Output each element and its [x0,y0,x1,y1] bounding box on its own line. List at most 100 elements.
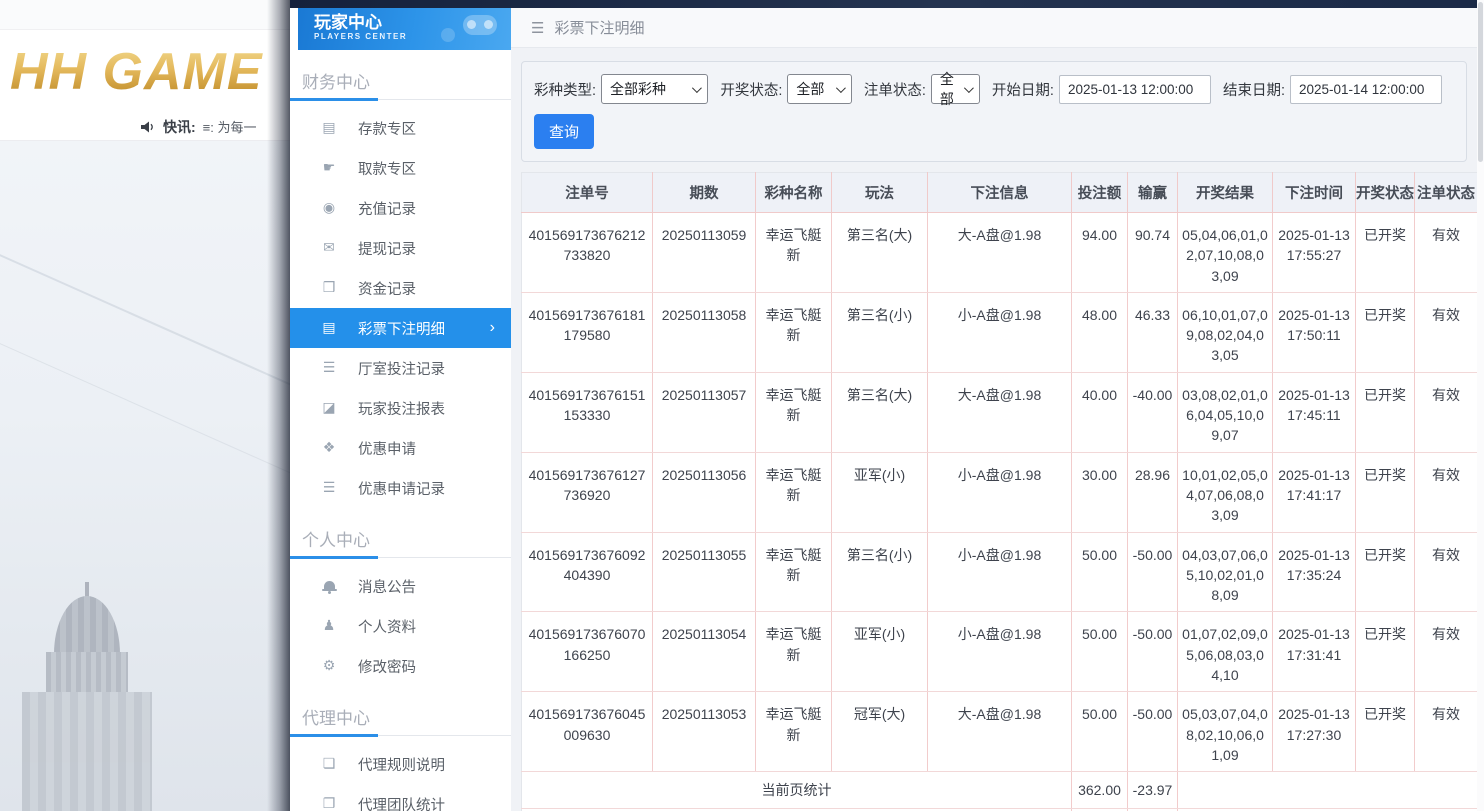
panel-shadow [267,0,290,811]
sidebar-item-lottery-bet-detail[interactable]: ▤彩票下注明细› [290,308,511,348]
table-cell: 2025-01-13 17:35:24 [1273,532,1356,612]
sidebar-item-message[interactable]: 消息公告 [290,566,511,606]
withdraw-hand-icon: ☛ [320,160,338,176]
table-cell: 有效 [1415,452,1478,532]
sidebar-item-label: 个人资料 [358,616,416,637]
table-cell: 20250113056 [653,452,756,532]
table-cell: 48.00 [1072,292,1128,372]
table-cell: 10,01,02,05,04,07,06,08,03,09 [1178,452,1273,532]
table-cell: 第三名(大) [832,213,928,293]
table-cell: 50.00 [1072,532,1128,612]
column-header: 注单号 [522,173,653,213]
table-cell: 401569173676181179580 [522,292,653,372]
table-cell: 亚军(小) [832,452,928,532]
promo-apply-icon: ❖ [320,440,338,456]
table-cell: 大-A盘@1.98 [928,372,1072,452]
table-cell: 大-A盘@1.98 [928,213,1072,293]
sidebar-item-label: 修改密码 [358,656,416,677]
sidebar-item-label: 彩票下注明细 [358,318,445,339]
section-underline [290,735,511,736]
table-row: 40156917367609240439020250113055幸运飞艇新第三名… [522,532,1478,612]
lottery-type-label: 彩种类型: [534,79,596,100]
column-header: 开奖状态 [1356,173,1415,213]
sidebar-header: 玩家中心 PLAYERS CENTER [298,8,511,50]
speaker-icon [140,120,156,134]
table-cell: -50.00 [1128,612,1178,692]
sidebar-item-withdraw[interactable]: ☛取款专区 [290,148,511,188]
screen: HH GAME 快讯: ≡: 为每一 [0,0,1484,811]
content-topbar: ☰ 彩票下注明细 [511,8,1484,48]
chevron-down-icon [964,83,974,93]
sidebar-item-funds-record[interactable]: ❒资金记录 [290,268,511,308]
funds-record-icon: ❒ [320,280,338,296]
table-cell: 50.00 [1072,692,1128,772]
column-header: 开奖结果 [1178,173,1273,213]
table-cell: 冠军(大) [832,692,928,772]
scrollbar-thumb[interactable] [1478,2,1483,162]
table-cell: 有效 [1415,372,1478,452]
column-header: 注单状态 [1415,173,1478,213]
table-cell: 幸运飞艇新 [756,213,832,293]
table-row: 40156917367618117958020250113058幸运飞艇新第三名… [522,292,1478,372]
start-date-input[interactable] [1059,75,1211,104]
page-summary-row: 当前页统计 362.00 -23.97 [522,772,1478,809]
table-cell: 幸运飞艇新 [756,612,832,692]
sidebar-item-change-password[interactable]: ⚙修改密码 [290,646,511,686]
sidebar-item-agent-team-stats[interactable]: ❐代理团队统计 [290,784,511,811]
table-row: 40156917367604500963020250113053幸运飞艇新冠军(… [522,692,1478,772]
table-cell: 20250113057 [653,372,756,452]
lottery-type-select[interactable]: 全部彩种 [601,74,708,104]
table-cell: 2025-01-13 17:45:11 [1273,372,1356,452]
table-cell: 401569173676092404390 [522,532,653,612]
sidebar-item-label: 代理规则说明 [358,754,445,775]
table-cell: 已开奖 [1356,532,1415,612]
sidebar-item-label: 代理团队统计 [358,794,445,811]
table-cell: 401569173676045009630 [522,692,653,772]
sidebar-item-promo-apply[interactable]: ❖优惠申请 [290,428,511,468]
hamburger-icon[interactable]: ☰ [531,19,544,37]
sidebar-item-player-bet-report[interactable]: ◪玩家投注报表 [290,388,511,428]
sidebar-item-deposit[interactable]: ▤存款专区 [290,108,511,148]
sidebar-item-hall-bet-record[interactable]: ☰厅室投注记录 [290,348,511,388]
start-date-label: 开始日期: [992,79,1054,100]
order-status-select[interactable]: 全部 [931,74,980,104]
message-bell-icon [320,578,338,594]
sidebar-item-promo-apply-record[interactable]: ☰优惠申请记录 [290,468,511,508]
table-cell: 有效 [1415,612,1478,692]
draw-status-select[interactable]: 全部 [787,74,852,104]
table-cell: 2025-01-13 17:55:27 [1273,213,1356,293]
sidebar-item-withdraw-record[interactable]: ✉提现记录 [290,228,511,268]
table-cell: 第三名(小) [832,292,928,372]
vertical-scrollbar[interactable] [1477,0,1484,811]
agent-rules-doc-icon: ❏ [320,756,338,772]
circle-decoration [441,28,455,42]
search-button[interactable]: 查询 [534,114,594,149]
end-date-input[interactable] [1290,75,1442,104]
table-cell: 20250113059 [653,213,756,293]
sidebar-item-profile[interactable]: ♟个人资料 [290,606,511,646]
sidebar-item-recharge-record[interactable]: ◉充值记录 [290,188,511,228]
column-header: 输赢 [1128,173,1178,213]
table-cell: 有效 [1415,292,1478,372]
table-cell: 20250113054 [653,612,756,692]
sidebar-section-title: 财务中心 [290,60,511,99]
sidebar-item-agent-rules[interactable]: ❏ 代理规则说明 [290,744,511,784]
hall-bet-record-icon: ☰ [320,360,338,376]
table-cell: -50.00 [1128,692,1178,772]
table-cell: 401569173676070166250 [522,612,653,692]
section-underline [290,99,511,100]
table-cell: 20250113055 [653,532,756,612]
table-cell: 第三名(大) [832,372,928,452]
table-cell: 小-A盘@1.98 [928,452,1072,532]
lottery-bet-detail-icon: ▤ [320,320,338,336]
column-header: 彩种名称 [756,173,832,213]
players-center-panel: 玩家中心 PLAYERS CENTER 财务中心 ▤存款专区☛取款专区◉充值记录✉… [290,0,1484,811]
gamepad-icon [463,15,497,35]
table-cell: 05,04,06,01,02,07,10,08,03,09 [1178,213,1273,293]
table-row: 40156917367607016625020250113054幸运飞艇新亚军(… [522,612,1478,692]
column-header: 投注额 [1072,173,1128,213]
table-cell: 亚军(小) [832,612,928,692]
sidebar-section: 代理中心❏代理规则说明❐代理团队统计 [290,696,511,811]
table-cell: 幸运飞艇新 [756,452,832,532]
sidebar-sections: 财务中心▤存款专区☛取款专区◉充值记录✉提现记录❒资金记录▤彩票下注明细›☰厅室… [290,60,511,811]
